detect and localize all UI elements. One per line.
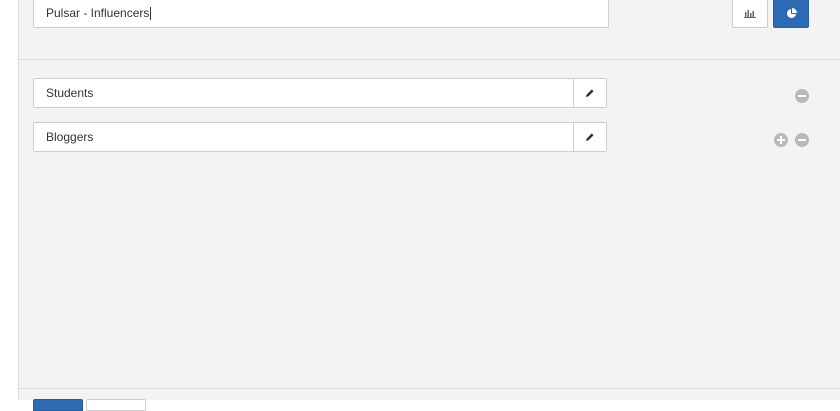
name-field[interactable]: Pulsar - Influencers xyxy=(33,0,609,28)
edit-segment-button[interactable] xyxy=(573,78,607,108)
text-caret xyxy=(150,7,152,21)
plus-circle-icon xyxy=(777,136,785,144)
segment-name-field[interactable]: Bloggers xyxy=(33,122,573,152)
minus-circle-icon xyxy=(798,95,806,97)
footer-bar xyxy=(19,388,840,411)
remove-segment-button[interactable] xyxy=(795,133,809,147)
segment-row: Students xyxy=(33,78,607,108)
edit-segment-button[interactable] xyxy=(573,122,607,152)
pie-chart-view-button[interactable] xyxy=(773,0,809,28)
name-field-value: Pulsar - Influencers xyxy=(46,6,150,20)
add-segment-button[interactable] xyxy=(774,133,788,147)
segment-name-field[interactable]: Students xyxy=(33,78,573,108)
pencil-icon xyxy=(586,133,594,141)
segment-row: Bloggers xyxy=(33,122,607,152)
minus-circle-icon xyxy=(798,139,806,141)
primary-action-button[interactable] xyxy=(33,399,83,411)
bar-chart-view-button[interactable] xyxy=(732,0,768,28)
header-bar: Pulsar - Influencers xyxy=(19,0,840,60)
pie-chart-icon xyxy=(786,7,797,18)
remove-segment-button[interactable] xyxy=(795,89,809,103)
pencil-icon xyxy=(586,89,594,97)
bar-chart-icon xyxy=(744,10,756,18)
segment-editor-panel: Pulsar - Influencers Students Bloggers xyxy=(18,0,840,411)
secondary-action-button[interactable] xyxy=(86,399,146,411)
